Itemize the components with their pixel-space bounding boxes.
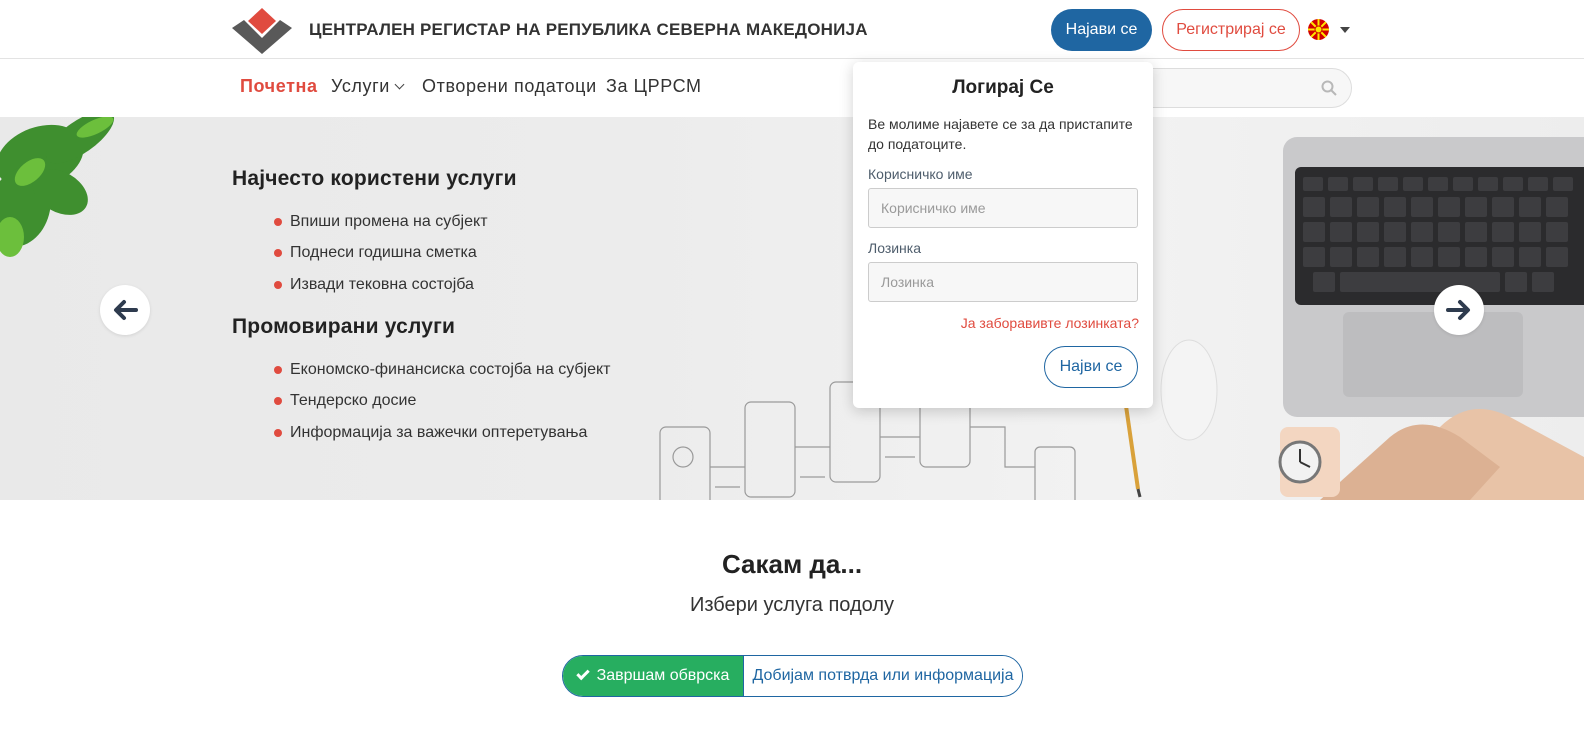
arrow-right-icon bbox=[1446, 300, 1470, 320]
list-item[interactable]: Тендерско досие bbox=[274, 386, 611, 418]
complete-obligation-label: Завршам обврска bbox=[596, 667, 730, 684]
chevron-down-icon bbox=[1340, 27, 1350, 33]
list-item[interactable]: Извади тековна состојба bbox=[274, 269, 488, 301]
login-popover-title: Логирај Се bbox=[952, 77, 1054, 98]
top-header: ЦЕНТРАЛЕН РЕГИСТАР НА РЕПУБЛИКА СЕВЕРНА … bbox=[0, 0, 1584, 59]
login-popover: Логирај Се Ве молиме најавете се за да п… bbox=[853, 62, 1153, 408]
main-nav: Почетна Услуги Отворени податоци За ЦРРС… bbox=[0, 59, 1584, 117]
want-subtitle: Избери услуга подолу bbox=[689, 594, 895, 616]
macedonia-flag-icon bbox=[1308, 19, 1329, 40]
search-icon[interactable] bbox=[1321, 80, 1337, 96]
nav-item-about[interactable]: За ЦРРСМ bbox=[606, 76, 702, 97]
list-item[interactable]: Впиши промена на субјект bbox=[274, 206, 488, 238]
password-field[interactable] bbox=[868, 262, 1138, 302]
crrsm-logo[interactable] bbox=[232, 6, 292, 54]
nav-item-open-data[interactable]: Отворени податоци bbox=[422, 76, 597, 97]
carousel-next-button[interactable] bbox=[1434, 285, 1484, 335]
language-selector[interactable] bbox=[1308, 18, 1356, 42]
service-type-toggle: Завршам обврска Добијам потврда или инфо… bbox=[562, 655, 1023, 697]
get-confirmation-button[interactable]: Добијам потврда или информација bbox=[743, 656, 1022, 696]
nav-item-services[interactable]: Услуги bbox=[331, 76, 405, 97]
login-button[interactable]: Најави се bbox=[1051, 9, 1152, 51]
want-title: Сакам да... bbox=[721, 549, 863, 579]
hero-carousel: Најчесто користени услуги Впиши промена … bbox=[0, 117, 1584, 500]
chevron-down-icon bbox=[394, 79, 405, 90]
carousel-prev-button[interactable] bbox=[100, 285, 150, 335]
complete-obligation-button[interactable]: Завршам обврска bbox=[563, 656, 743, 696]
forgot-password-link[interactable]: Ја заборавивте лозинката? bbox=[961, 315, 1139, 331]
username-field[interactable] bbox=[868, 188, 1138, 228]
hands-decoration bbox=[1278, 409, 1584, 500]
list-item[interactable]: Информација за важечки оптеретувања bbox=[274, 417, 611, 449]
section-title-most-used: Најчесто користени услуги bbox=[232, 167, 517, 190]
arrow-left-icon bbox=[114, 300, 138, 320]
check-icon bbox=[575, 666, 590, 680]
most-used-services-list: Впиши промена на субјект Поднеси годишна… bbox=[274, 206, 488, 301]
password-label: Лозинка bbox=[868, 240, 922, 256]
org-title[interactable]: ЦЕНТРАЛЕН РЕГИСТАР НА РЕПУБЛИКА СЕВЕРНА … bbox=[309, 20, 868, 40]
username-label: Корисничко име bbox=[868, 166, 973, 182]
list-item[interactable]: Економско-финансиска состојба на субјект bbox=[274, 354, 611, 386]
promoted-services-list: Економско-финансиска состојба на субјект… bbox=[274, 354, 611, 449]
login-popover-description: Ве молиме најавете се за да пристапите д… bbox=[868, 116, 1133, 152]
register-button[interactable]: Регистрирај се bbox=[1162, 9, 1300, 51]
nav-item-home[interactable]: Почетна bbox=[240, 76, 318, 97]
login-submit-button[interactable]: Најви се bbox=[1044, 346, 1138, 388]
nav-item-services-label: Услуги bbox=[331, 76, 390, 96]
section-title-promoted: Промовирани услуги bbox=[232, 315, 456, 338]
list-item[interactable]: Поднеси годишна сметка bbox=[274, 238, 488, 270]
plant-decoration bbox=[0, 117, 115, 257]
